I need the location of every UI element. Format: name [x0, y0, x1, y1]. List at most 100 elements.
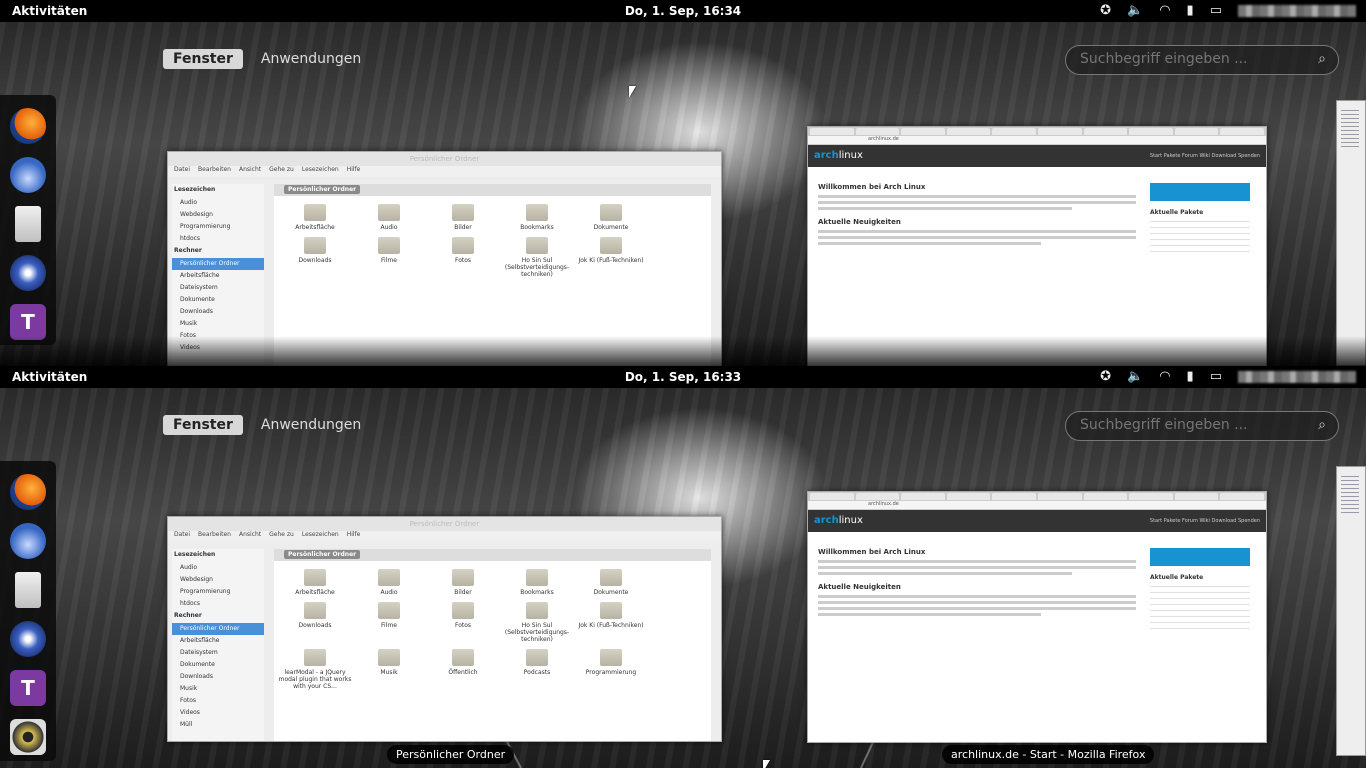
sidebar-item[interactable]: Audio — [172, 197, 264, 209]
sidebar-item[interactable]: Musik — [172, 318, 264, 330]
folder-item[interactable]: Arbeitsfläche — [278, 569, 352, 596]
folder-item[interactable]: Fotos — [426, 602, 500, 643]
firefox-window-thumbnail[interactable]: archlinux.de archlinux Start Pakete Foru… — [807, 491, 1267, 743]
sidebar-item[interactable]: Musik — [172, 683, 264, 695]
folder-item[interactable]: Jok Ki (Fuß-Techniken) — [574, 602, 648, 643]
wifi-icon[interactable]: ◠ — [1159, 369, 1170, 384]
package-search[interactable] — [1150, 183, 1250, 201]
folder-item[interactable]: Arbeitsfläche — [278, 204, 352, 231]
folder-item[interactable]: Audio — [352, 569, 426, 596]
menu-item[interactable]: Bearbeiten — [198, 166, 231, 177]
folder-item[interactable]: Bookmarks — [500, 204, 574, 231]
chat-icon[interactable]: ▭ — [1210, 369, 1222, 384]
accessibility-icon[interactable]: ✪ — [1100, 369, 1111, 384]
firefox-window-thumbnail[interactable]: archlinux.de archlinux Start Pakete Foru… — [807, 126, 1267, 366]
package-search[interactable] — [1150, 548, 1250, 566]
menu-item[interactable]: Datei — [174, 166, 190, 177]
folder-item[interactable]: Filme — [352, 602, 426, 643]
menu-item[interactable]: Hilfe — [347, 531, 361, 542]
files-icon[interactable] — [15, 206, 41, 242]
battery-icon[interactable]: ▮ — [1187, 369, 1194, 384]
folder-item[interactable]: Bilder — [426, 204, 500, 231]
folder-item[interactable]: Downloads — [278, 237, 352, 278]
folder-item[interactable]: Filme — [352, 237, 426, 278]
sidebar-item[interactable]: Programmierung — [172, 221, 264, 233]
folder-item[interactable]: learModal - a JQuery modal plugin that w… — [278, 649, 352, 690]
search-input[interactable] — [1080, 51, 1300, 67]
tab-applications[interactable]: Anwendungen — [251, 49, 371, 69]
files-window-thumbnail[interactable]: Persönlicher Ordner Datei Bearbeiten Ans… — [167, 151, 722, 366]
sidebar-item[interactable]: Dokumente — [172, 294, 264, 306]
location-button[interactable]: Persönlicher Ordner — [284, 185, 361, 194]
search-input[interactable] — [1080, 417, 1300, 433]
sidebar-item[interactable]: Persönlicher Ordner — [172, 623, 264, 635]
workspace-thumbnail[interactable] — [1336, 466, 1366, 756]
url-bar[interactable]: archlinux.de — [808, 136, 1266, 145]
chat-icon[interactable]: ▭ — [1210, 3, 1222, 18]
sidebar-item[interactable]: Webdesign — [172, 574, 264, 586]
sidebar-item[interactable]: htdocs — [172, 233, 264, 245]
accessibility-icon[interactable]: ✪ — [1100, 3, 1111, 18]
sidebar-item[interactable]: Programmierung — [172, 586, 264, 598]
wifi-icon[interactable]: ◠ — [1159, 3, 1170, 18]
battery-icon[interactable]: ▮ — [1187, 3, 1194, 18]
url-bar[interactable]: archlinux.de — [808, 501, 1266, 510]
folder-item[interactable]: Programmierung — [574, 649, 648, 690]
site-nav[interactable]: Start Pakete Forum Wiki Download Spenden — [1150, 518, 1260, 524]
terminal-icon[interactable]: T — [10, 670, 46, 706]
menu-item[interactable]: Gehe zu — [269, 166, 294, 177]
shutter-icon[interactable] — [10, 621, 46, 657]
sidebar-item[interactable]: Arbeitsfläche — [172, 270, 264, 282]
folder-item[interactable]: Jok Ki (Fuß-Techniken) — [574, 237, 648, 278]
menu-item[interactable]: Lesezeichen — [302, 531, 339, 542]
sidebar-item[interactable]: Persönlicher Ordner — [172, 258, 264, 270]
terminal-icon[interactable]: T — [10, 304, 46, 340]
folder-item[interactable]: Dokumente — [574, 204, 648, 231]
folder-item[interactable]: Podcasts — [500, 649, 574, 690]
thunderbird-icon[interactable] — [10, 523, 46, 559]
sidebar-item[interactable]: Dateisystem — [172, 647, 264, 659]
sidebar-item[interactable]: Audio — [172, 562, 264, 574]
menu-item[interactable]: Lesezeichen — [302, 166, 339, 177]
sidebar-item[interactable]: Webdesign — [172, 209, 264, 221]
sidebar-item[interactable]: Downloads — [172, 671, 264, 683]
user-menu[interactable] — [1238, 4, 1356, 17]
user-menu[interactable] — [1238, 370, 1356, 383]
menu-item[interactable]: Bearbeiten — [198, 531, 231, 542]
files-window-thumbnail[interactable]: Persönlicher Ordner Datei Bearbeiten Ans… — [167, 516, 722, 742]
firefox-icon[interactable] — [10, 108, 46, 144]
menu-item[interactable]: Gehe zu — [269, 531, 294, 542]
tab-windows[interactable]: Fenster — [163, 415, 243, 435]
folder-item[interactable]: Öffentlich — [426, 649, 500, 690]
sound-recorder-icon[interactable] — [10, 719, 46, 755]
menu-item[interactable]: Datei — [174, 531, 190, 542]
site-nav[interactable]: Start Pakete Forum Wiki Download Spenden — [1150, 153, 1260, 159]
folder-item[interactable]: Dokumente — [574, 569, 648, 596]
sidebar-item[interactable]: Dokumente — [172, 659, 264, 671]
firefox-icon[interactable] — [10, 474, 46, 510]
folder-item[interactable]: Audio — [352, 204, 426, 231]
folder-item[interactable]: Downloads — [278, 602, 352, 643]
sidebar-item[interactable]: Downloads — [172, 306, 264, 318]
thunderbird-icon[interactable] — [10, 157, 46, 193]
files-icon[interactable] — [15, 572, 41, 608]
tab-applications[interactable]: Anwendungen — [251, 415, 371, 435]
volume-icon[interactable]: 🔈 — [1127, 369, 1143, 384]
sidebar-item[interactable]: htdocs — [172, 598, 264, 610]
folder-item[interactable]: Ho Sin Sul (Selbstverteidigungs-technike… — [500, 602, 574, 643]
sidebar-item[interactable]: Fotos — [172, 695, 264, 707]
menu-item[interactable]: Ansicht — [239, 531, 261, 542]
menu-item[interactable]: Hilfe — [347, 166, 361, 177]
shutter-icon[interactable] — [10, 255, 46, 291]
workspace-thumbnail[interactable] — [1336, 100, 1366, 366]
folder-item[interactable]: Bookmarks — [500, 569, 574, 596]
folder-item[interactable]: Musik — [352, 649, 426, 690]
sidebar-item[interactable]: Dateisystem — [172, 282, 264, 294]
menu-item[interactable]: Ansicht — [239, 166, 261, 177]
tab-windows[interactable]: Fenster — [163, 49, 243, 69]
volume-icon[interactable]: 🔈 — [1127, 3, 1143, 18]
location-button[interactable]: Persönlicher Ordner — [284, 550, 361, 559]
folder-item[interactable]: Fotos — [426, 237, 500, 278]
sidebar-item[interactable]: Videos — [172, 707, 264, 719]
sidebar-item[interactable]: Arbeitsfläche — [172, 635, 264, 647]
